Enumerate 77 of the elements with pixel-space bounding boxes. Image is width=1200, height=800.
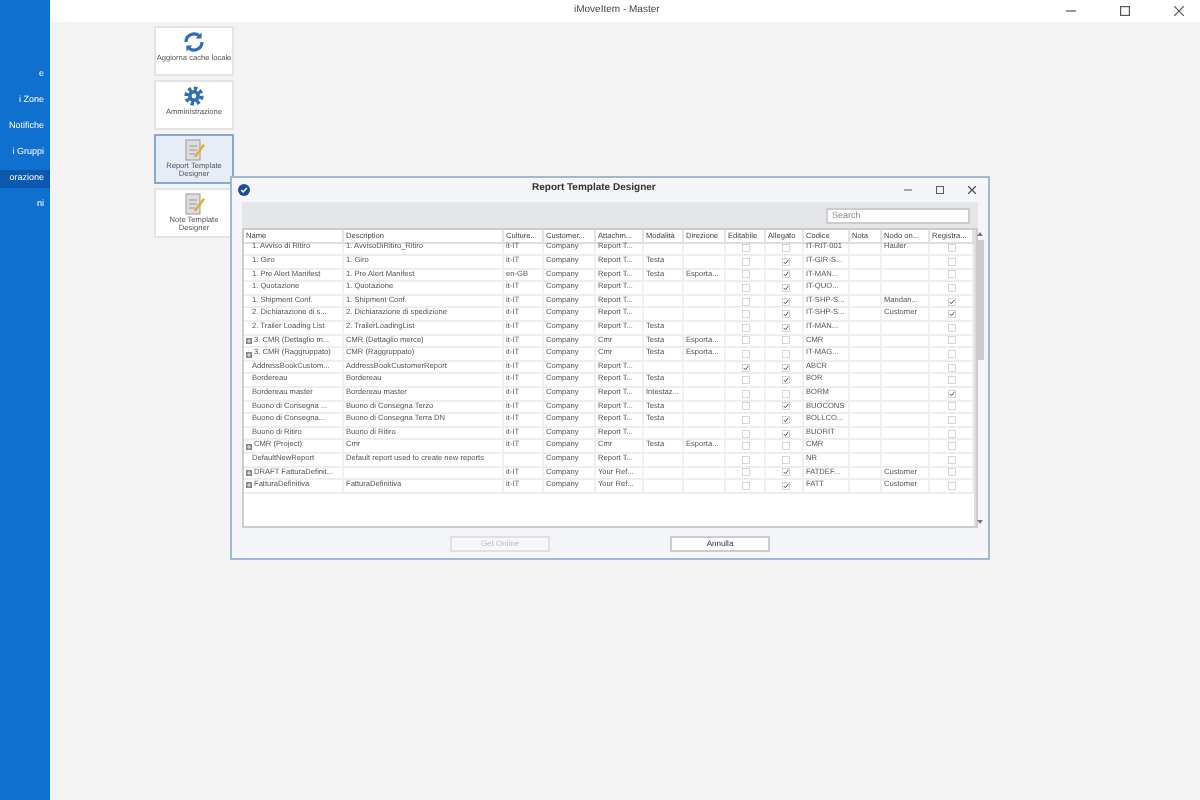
checkbox[interactable]	[781, 310, 789, 319]
checkbox[interactable]	[948, 389, 956, 398]
checkbox[interactable]	[781, 244, 789, 253]
expand-icon[interactable]	[246, 469, 252, 476]
checkbox[interactable]	[742, 323, 750, 332]
scroll-thumb[interactable]	[977, 240, 983, 360]
checkbox[interactable]	[948, 442, 956, 451]
checkbox[interactable]	[781, 284, 789, 293]
checkbox[interactable]	[781, 270, 789, 279]
checkbox[interactable]	[948, 297, 956, 306]
gear-icon	[182, 84, 206, 108]
refresh-icon	[182, 30, 206, 54]
checkbox[interactable]	[781, 376, 789, 385]
checkbox[interactable]	[948, 257, 956, 266]
checkbox[interactable]	[781, 297, 789, 306]
checkbox[interactable]	[948, 376, 956, 385]
app-logo-icon	[238, 184, 250, 196]
checkbox[interactable]	[948, 323, 956, 332]
checkbox[interactable]	[948, 468, 956, 477]
checkbox[interactable]	[742, 310, 750, 319]
checkbox[interactable]	[742, 481, 750, 490]
checkbox[interactable]	[948, 336, 956, 345]
scroll-down-icon[interactable]	[976, 518, 984, 526]
close-icon[interactable]	[1174, 6, 1184, 16]
checkbox[interactable]	[742, 244, 750, 253]
checkbox[interactable]	[781, 481, 789, 490]
expand-icon[interactable]	[246, 351, 252, 358]
checkbox[interactable]	[781, 455, 789, 464]
checkbox[interactable]	[742, 442, 750, 451]
checkbox[interactable]	[948, 350, 956, 359]
checkbox[interactable]	[948, 429, 956, 438]
checkbox[interactable]	[948, 284, 956, 293]
checkbox[interactable]	[742, 455, 750, 464]
minimize-icon[interactable]	[1066, 6, 1076, 16]
checkbox[interactable]	[781, 402, 789, 411]
expand-icon[interactable]	[246, 337, 252, 344]
close-icon[interactable]	[968, 186, 976, 194]
checkbox[interactable]	[948, 481, 956, 490]
checkbox[interactable]	[781, 442, 789, 451]
checkbox[interactable]	[781, 429, 789, 438]
document-pencil-icon	[182, 138, 206, 162]
checkbox[interactable]	[781, 336, 789, 345]
checkbox[interactable]	[742, 363, 750, 372]
checkbox[interactable]	[742, 257, 750, 266]
checkbox[interactable]	[948, 310, 956, 319]
checkbox[interactable]	[742, 350, 750, 359]
checkbox[interactable]	[781, 350, 789, 359]
checkbox[interactable]	[742, 336, 750, 345]
scrollbar[interactable]	[974, 230, 984, 526]
minimize-icon[interactable]	[904, 186, 912, 194]
checkbox[interactable]	[781, 363, 789, 372]
maximize-icon[interactable]	[936, 186, 944, 194]
checkbox[interactable]	[742, 416, 750, 425]
checkbox[interactable]	[781, 257, 789, 266]
checkbox[interactable]	[781, 468, 789, 477]
scroll-up-icon[interactable]	[976, 230, 984, 238]
checkbox[interactable]	[948, 270, 956, 279]
checkbox[interactable]	[948, 416, 956, 425]
checkbox[interactable]	[742, 402, 750, 411]
checkbox[interactable]	[742, 468, 750, 477]
checkbox[interactable]	[781, 416, 789, 425]
checkbox[interactable]	[742, 270, 750, 279]
checkbox[interactable]	[742, 284, 750, 293]
checkbox[interactable]	[742, 297, 750, 306]
checkbox[interactable]	[948, 363, 956, 372]
expand-icon[interactable]	[246, 482, 252, 489]
checkbox[interactable]	[948, 244, 956, 253]
maximize-icon[interactable]	[1120, 6, 1130, 16]
document-pencil-icon	[182, 192, 206, 216]
checkbox[interactable]	[781, 389, 789, 398]
checkbox[interactable]	[781, 323, 789, 332]
checkbox[interactable]	[742, 429, 750, 438]
checkbox[interactable]	[948, 402, 956, 411]
checkbox[interactable]	[742, 376, 750, 385]
expand-icon[interactable]	[246, 443, 252, 450]
checkbox[interactable]	[742, 389, 750, 398]
checkbox[interactable]	[948, 455, 956, 464]
